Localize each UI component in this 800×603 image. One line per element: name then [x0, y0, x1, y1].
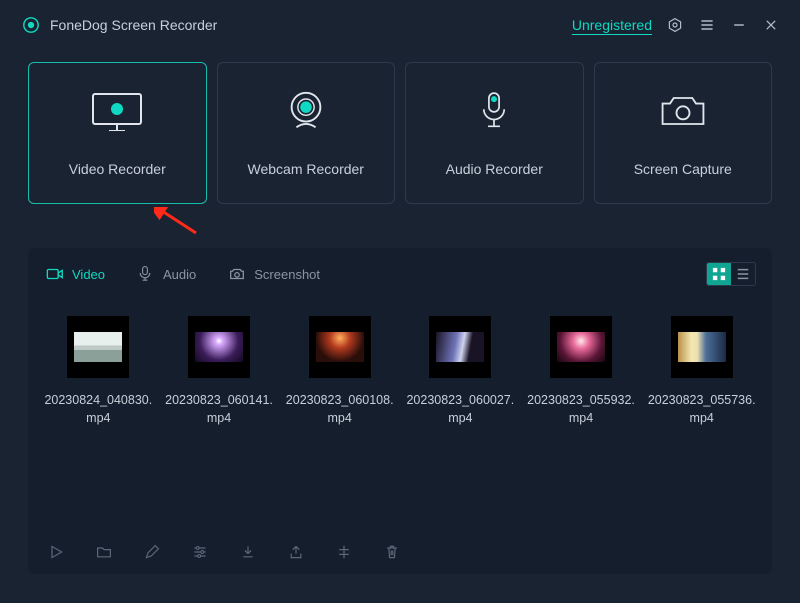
mode-label: Webcam Recorder	[248, 161, 364, 177]
mode-label: Audio Recorder	[446, 161, 543, 177]
list-view-icon[interactable]	[731, 263, 755, 285]
header-right: Unregistered	[572, 16, 780, 34]
sliders-icon[interactable]	[190, 542, 210, 562]
folder-icon[interactable]	[94, 542, 114, 562]
thumbnail	[309, 316, 371, 378]
app-title: FoneDog Screen Recorder	[50, 17, 217, 33]
mode-webcam-recorder[interactable]: Webcam Recorder	[217, 62, 396, 204]
edit-icon[interactable]	[142, 542, 162, 562]
thumbnail	[67, 316, 129, 378]
camera-icon	[657, 89, 709, 133]
menu-icon[interactable]	[698, 16, 716, 34]
play-icon[interactable]	[46, 542, 66, 562]
file-name: 20230824_040830.mp4	[38, 392, 159, 427]
library-panel: Video Audio	[28, 248, 772, 574]
video-tab-icon	[46, 265, 64, 283]
unregistered-link[interactable]: Unregistered	[572, 17, 652, 33]
mode-screen-capture[interactable]: Screen Capture	[594, 62, 773, 204]
thumbnail	[550, 316, 612, 378]
tab-screenshot[interactable]: Screenshot	[228, 265, 320, 283]
thumbnail	[429, 316, 491, 378]
mode-cards: Video Recorder Webcam Recorder Audio Rec…	[0, 48, 800, 208]
app-logo-icon	[22, 16, 40, 34]
mode-label: Video Recorder	[69, 161, 166, 177]
library-actions	[28, 530, 772, 574]
tab-audio[interactable]: Audio	[137, 265, 196, 283]
mode-audio-recorder[interactable]: Audio Recorder	[405, 62, 584, 204]
file-item[interactable]: 20230823_060141.mp4	[159, 316, 280, 427]
thumbnail	[671, 316, 733, 378]
thumbnail	[188, 316, 250, 378]
close-icon[interactable]	[762, 16, 780, 34]
file-name: 20230823_055932.mp4	[521, 392, 642, 427]
mode-label: Screen Capture	[634, 161, 732, 177]
arrow-annotation-icon	[154, 207, 200, 237]
microphone-icon	[477, 89, 511, 133]
library-grid: 20230824_040830.mp4 20230823_060141.mp4 …	[28, 300, 772, 427]
title-bar: FoneDog Screen Recorder Unregistered	[0, 0, 800, 48]
download-icon[interactable]	[238, 542, 258, 562]
tab-label: Video	[72, 267, 105, 282]
tab-label: Screenshot	[254, 267, 320, 282]
settings-icon[interactable]	[666, 16, 684, 34]
file-item[interactable]: 20230824_040830.mp4	[38, 316, 159, 427]
file-item[interactable]: 20230823_060108.mp4	[279, 316, 400, 427]
share-icon[interactable]	[286, 542, 306, 562]
grid-view-icon[interactable]	[707, 263, 731, 285]
mode-video-recorder[interactable]: Video Recorder	[28, 62, 207, 204]
tab-video[interactable]: Video	[46, 265, 105, 283]
convert-icon[interactable]	[334, 542, 354, 562]
webcam-icon	[283, 89, 329, 133]
tabs-left: Video Audio	[46, 265, 320, 283]
header-left: FoneDog Screen Recorder	[22, 16, 217, 34]
file-item[interactable]: 20230823_055932.mp4	[521, 316, 642, 427]
file-name: 20230823_060141.mp4	[159, 392, 280, 427]
file-item[interactable]: 20230823_060027.mp4	[400, 316, 521, 427]
minimize-icon[interactable]	[730, 16, 748, 34]
library-tabs-bar: Video Audio	[28, 248, 772, 300]
display-icon	[89, 89, 145, 133]
file-name: 20230823_060027.mp4	[400, 392, 521, 427]
file-name: 20230823_055736.mp4	[641, 392, 762, 427]
audio-tab-icon	[137, 265, 155, 283]
file-item[interactable]: 20230823_055736.mp4	[641, 316, 762, 427]
file-name: 20230823_060108.mp4	[279, 392, 400, 427]
screenshot-tab-icon	[228, 265, 246, 283]
delete-icon[interactable]	[382, 542, 402, 562]
tab-label: Audio	[163, 267, 196, 282]
view-toggle	[706, 262, 756, 286]
